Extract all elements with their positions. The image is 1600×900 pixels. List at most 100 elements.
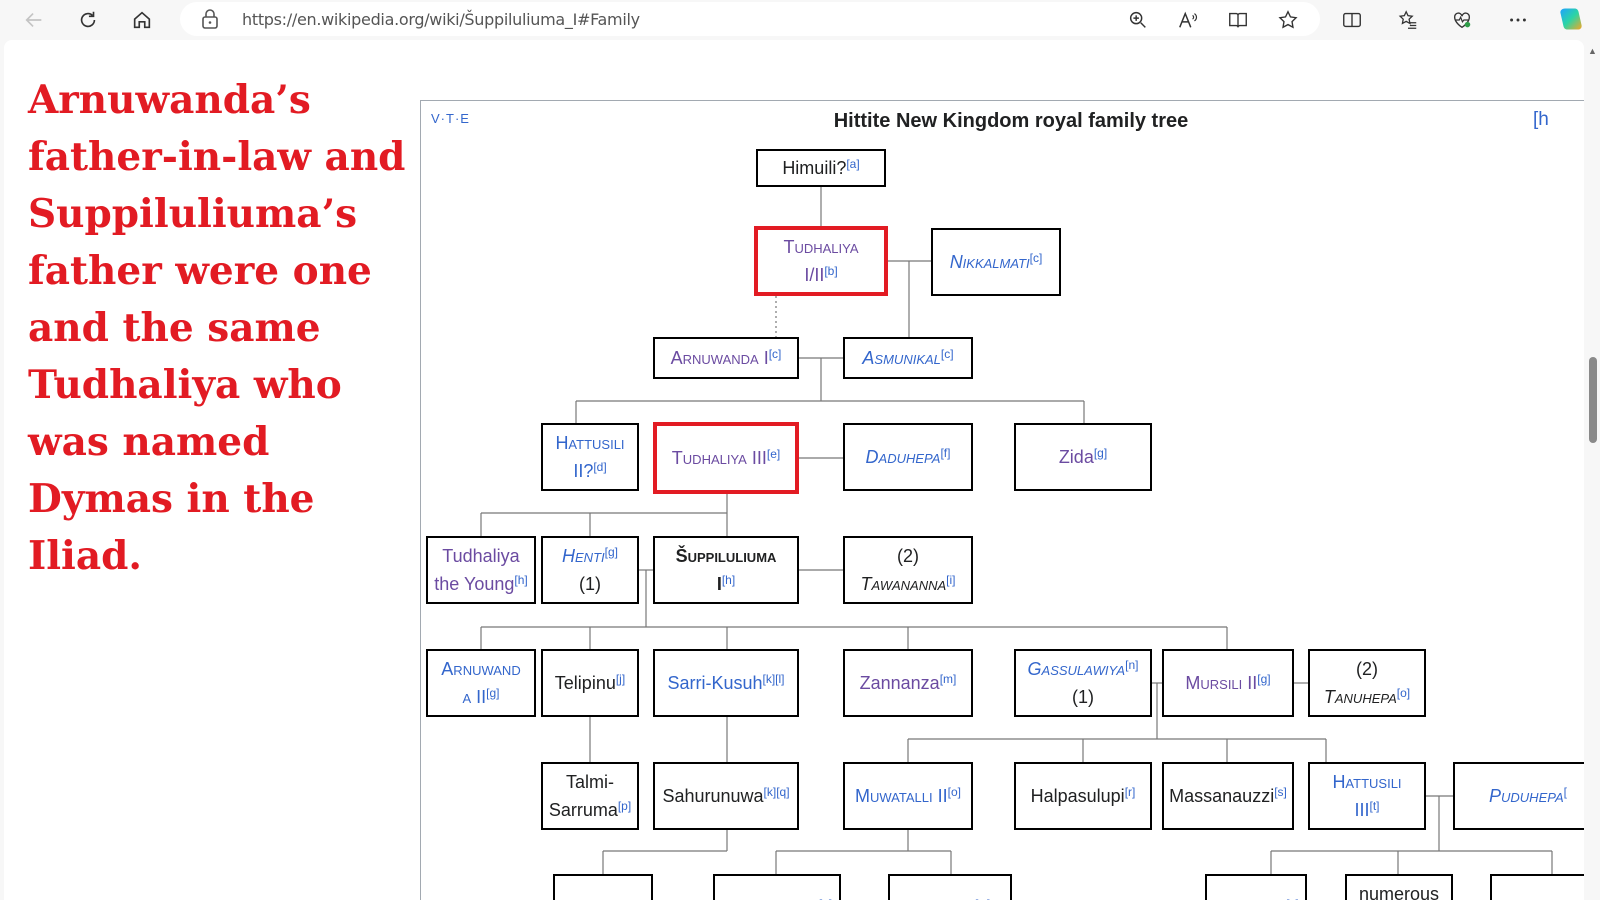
citation-link[interactable]: [h] — [722, 573, 735, 587]
citation-link[interactable]: [g] — [1094, 446, 1107, 460]
tree-node-arnuwanda-1[interactable]: Arnuwanda I[c] — [653, 337, 799, 379]
citation-link[interactable]: [ — [1564, 785, 1567, 799]
tree-node-sahurunuwa: Sahurunuwa[k][q] — [653, 762, 799, 830]
tree-node-nikkalmati[interactable]: Nikkalmati[c] — [931, 228, 1061, 296]
more-dots-icon — [1510, 18, 1526, 22]
citation-link[interactable]: [r] — [1125, 785, 1136, 799]
citation-link[interactable]: [h] — [514, 573, 527, 587]
citation-link[interactable]: [o] — [1397, 686, 1410, 700]
tree-node-tawananna: (2) Tawananna[i] — [843, 536, 973, 604]
tree-node-sarri-kusuh[interactable]: Sarri-Kusuh[k][l] — [653, 649, 799, 717]
web-page: Arnuwanda’s father-in-law and Suppiluliu… — [4, 40, 1584, 900]
citation-link[interactable]: [g] — [605, 545, 618, 559]
tree-node-tudhaliya-3[interactable]: Tudhaliya III[e] — [653, 422, 799, 494]
tree-node-tudhaliya-1-2[interactable]: Tudhaliya I/II[b] — [754, 226, 888, 296]
citation-link[interactable]: [c] — [1030, 251, 1043, 265]
split-screen-icon — [1343, 12, 1361, 28]
immersive-reader-icon — [1229, 12, 1247, 28]
tree-node-urhi-teshub[interactable]: Urhi-Teshub[o] — [713, 874, 841, 900]
tree-node-label: Nikkalmati — [949, 252, 1030, 272]
back-button[interactable] — [20, 6, 48, 34]
citation-link[interactable]: [m] — [940, 672, 957, 686]
more-menu-button[interactable] — [1504, 6, 1532, 34]
favorites-button[interactable] — [1394, 6, 1422, 34]
favorite-button[interactable] — [1274, 6, 1302, 34]
tree-node-label: II? — [573, 461, 594, 481]
tree-node-label: Tudhaliya III — [671, 448, 767, 468]
citation-link[interactable]: [d] — [593, 460, 606, 474]
citation-link[interactable]: [n] — [1125, 658, 1138, 672]
citation-link[interactable]: [p] — [618, 799, 631, 813]
citation-link[interactable]: [s] — [1274, 785, 1287, 799]
tree-node-gassulawiya[interactable]: Gassulawiya[n] (1) — [1014, 649, 1152, 717]
tree-node-massanauzzi: Massanauzzi[s] — [1162, 762, 1294, 830]
citation-link[interactable]: [i] — [946, 573, 955, 587]
tree-node-tudhaliya-4[interactable]: Tudha — [1490, 874, 1584, 900]
citation-link[interactable]: [a] — [846, 157, 859, 171]
tree-node-label: Sahurunuwa — [662, 786, 764, 806]
tree-node-label: Mursili II — [1185, 673, 1258, 693]
tree-node-zannanza[interactable]: Zannanza[m] — [843, 649, 973, 717]
citation-link[interactable]: [f] — [940, 446, 950, 460]
tree-node-asmunikal[interactable]: Asmunikal[c] — [843, 337, 973, 379]
citation-link[interactable]: [k][l] — [763, 672, 785, 686]
tree-node-kurunta[interactable]: Kurunta[w] — [888, 874, 1012, 900]
tree-node-label: Šuppiluliuma — [675, 546, 777, 566]
citation-link[interactable]: [o] — [948, 785, 961, 799]
citation-link[interactable]: [e] — [767, 447, 780, 461]
tree-node-label: Arnuwand — [441, 659, 521, 679]
tree-node-label: the Young — [434, 574, 515, 594]
browser-toolbar: https://en.wikipedia.org/wiki/Šuppiluliu… — [0, 0, 1600, 40]
tree-node-label: Zannanza — [859, 673, 940, 693]
tree-node-label: Henti — [562, 546, 605, 566]
citation-link[interactable]: [j] — [616, 672, 625, 686]
citation-link[interactable]: [g] — [1257, 672, 1270, 686]
tree-node-daduhepa[interactable]: Daduhepa[f] — [843, 423, 973, 491]
citation-link[interactable]: [c] — [769, 347, 782, 361]
tree-node-label: Talmi- — [566, 772, 614, 792]
heart-pulse-icon — [1453, 12, 1471, 29]
scroll-thumb[interactable] — [1589, 357, 1597, 443]
tree-node-hattusili-2[interactable]: Hattusili II?[d] — [541, 423, 639, 491]
read-aloud-icon — [1179, 11, 1198, 28]
citation-link[interactable]: [k][q] — [764, 785, 790, 799]
tree-node-tudhaliya-young[interactable]: Tudhaliya the Young[h] — [426, 536, 536, 604]
read-aloud-button[interactable] — [1174, 6, 1202, 34]
browser-essentials-button[interactable] — [1448, 6, 1476, 34]
tree-node-mursili-2[interactable]: Mursili II[g] — [1162, 649, 1294, 717]
citation-link[interactable]: [b] — [824, 264, 837, 278]
tree-node-zida[interactable]: Zida[g] — [1014, 423, 1152, 491]
tree-node-label: (1) — [579, 574, 601, 594]
copilot-button[interactable] — [1556, 4, 1586, 34]
tree-node-label: III — [1354, 800, 1370, 820]
refresh-button[interactable] — [74, 6, 102, 34]
family-tree-navbox: V·T·E Hittite New Kingdom royal family t… — [420, 100, 1584, 900]
home-button[interactable] — [128, 6, 156, 34]
tree-node-henti[interactable]: Henti[g] (1) — [541, 536, 639, 604]
page-scrollbar[interactable]: ▲ — [1586, 44, 1600, 900]
immersive-reader-button[interactable] — [1224, 6, 1252, 34]
lock-icon[interactable] — [200, 8, 220, 30]
citation-link[interactable]: [g] — [486, 686, 499, 700]
zoom-button[interactable] — [1124, 6, 1152, 34]
tree-node-numerous-daughters: numerousdaughters[y] — [1345, 874, 1453, 900]
tree-node-muwatalli-2[interactable]: Muwatalli II[o] — [843, 762, 973, 830]
tree-node-suppiluliuma-1: Šuppiluliuma I[h] — [653, 536, 799, 604]
tree-node-label: a II — [462, 687, 487, 707]
tree-node-puduhepa[interactable]: Puduhepa[ — [1453, 762, 1584, 830]
tree-node-label: Massanauzzi — [1169, 786, 1275, 806]
star-icon — [1278, 10, 1298, 29]
tree-node-hattusili-3[interactable]: Hattusili III[t] — [1308, 762, 1426, 830]
scroll-up-arrow-icon[interactable]: ▲ — [1588, 46, 1597, 56]
tree-node-label: Muwatalli II — [855, 786, 948, 806]
citation-link[interactable]: [t] — [1370, 799, 1380, 813]
favorites-list-icon — [1398, 10, 1417, 29]
tree-node-label: I/II — [804, 265, 825, 285]
tree-node-arnuwanda-2[interactable]: Arnuwand a II[g] — [426, 649, 536, 717]
tree-node-himuili: Himuili?[a] — [756, 149, 886, 187]
tree-node-label: Tanuhepa — [1323, 687, 1397, 707]
split-screen-button[interactable] — [1338, 6, 1366, 34]
citation-link[interactable]: [c] — [941, 347, 954, 361]
tree-node-label: Zida — [1058, 447, 1094, 467]
url-text[interactable]: https://en.wikipedia.org/wiki/Šuppiluliu… — [242, 10, 640, 29]
